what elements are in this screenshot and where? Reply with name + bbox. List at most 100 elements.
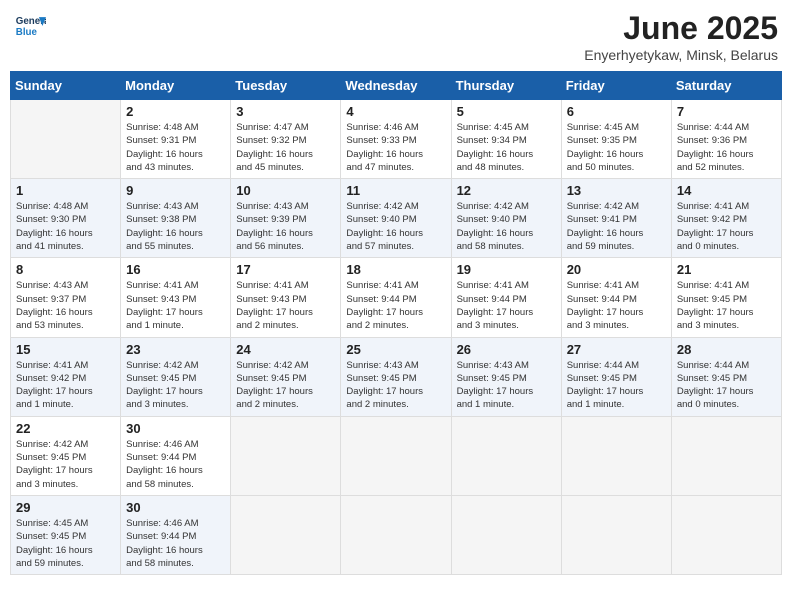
day-cell: 6 Sunrise: 4:45 AMSunset: 9:35 PMDayligh…: [561, 100, 671, 179]
day-cell: 22 Sunrise: 4:42 AMSunset: 9:45 PMDaylig…: [11, 416, 121, 495]
day-cell: 9 Sunrise: 4:43 AMSunset: 9:38 PMDayligh…: [121, 179, 231, 258]
day-detail: Sunrise: 4:41 AMSunset: 9:44 PMDaylight:…: [567, 279, 666, 332]
week-row: 29 Sunrise: 4:45 AMSunset: 9:45 PMDaylig…: [11, 495, 782, 574]
day-cell: 23 Sunrise: 4:42 AMSunset: 9:45 PMDaylig…: [121, 337, 231, 416]
day-detail: Sunrise: 4:42 AMSunset: 9:45 PMDaylight:…: [126, 359, 225, 412]
day-cell: 30 Sunrise: 4:46 AMSunset: 9:44 PMDaylig…: [121, 416, 231, 495]
day-number: 22: [16, 421, 115, 436]
day-cell: 5 Sunrise: 4:45 AMSunset: 9:34 PMDayligh…: [451, 100, 561, 179]
day-detail: Sunrise: 4:45 AMSunset: 9:45 PMDaylight:…: [16, 517, 115, 570]
day-cell: 21 Sunrise: 4:41 AMSunset: 9:45 PMDaylig…: [671, 258, 781, 337]
day-number: 5: [457, 104, 556, 119]
day-number: 21: [677, 262, 776, 277]
day-cell: 29 Sunrise: 4:45 AMSunset: 9:45 PMDaylig…: [11, 495, 121, 574]
day-detail: Sunrise: 4:46 AMSunset: 9:33 PMDaylight:…: [346, 121, 445, 174]
day-detail: Sunrise: 4:41 AMSunset: 9:42 PMDaylight:…: [16, 359, 115, 412]
day-cell: 2 Sunrise: 4:48 AMSunset: 9:31 PMDayligh…: [121, 100, 231, 179]
day-number: 29: [16, 500, 115, 515]
empty-cell: [451, 495, 561, 574]
day-detail: Sunrise: 4:46 AMSunset: 9:44 PMDaylight:…: [126, 438, 225, 491]
day-cell: 30 Sunrise: 4:46 AMSunset: 9:44 PMDaylig…: [121, 495, 231, 574]
day-detail: Sunrise: 4:41 AMSunset: 9:44 PMDaylight:…: [457, 279, 556, 332]
empty-cell: [341, 495, 451, 574]
empty-cell: [561, 416, 671, 495]
day-number: 16: [126, 262, 225, 277]
day-number: 28: [677, 342, 776, 357]
day-number: 6: [567, 104, 666, 119]
page-header: General Blue June 2025 Enyerhyetykaw, Mi…: [10, 10, 782, 63]
day-detail: Sunrise: 4:42 AMSunset: 9:45 PMDaylight:…: [16, 438, 115, 491]
logo: General Blue: [14, 10, 46, 42]
day-number: 4: [346, 104, 445, 119]
day-cell: 18 Sunrise: 4:41 AMSunset: 9:44 PMDaylig…: [341, 258, 451, 337]
day-detail: Sunrise: 4:45 AMSunset: 9:35 PMDaylight:…: [567, 121, 666, 174]
day-number: 30: [126, 421, 225, 436]
day-detail: Sunrise: 4:43 AMSunset: 9:38 PMDaylight:…: [126, 200, 225, 253]
day-cell: 4 Sunrise: 4:46 AMSunset: 9:33 PMDayligh…: [341, 100, 451, 179]
day-cell: 14 Sunrise: 4:41 AMSunset: 9:42 PMDaylig…: [671, 179, 781, 258]
day-detail: Sunrise: 4:41 AMSunset: 9:43 PMDaylight:…: [236, 279, 335, 332]
day-detail: Sunrise: 4:43 AMSunset: 9:39 PMDaylight:…: [236, 200, 335, 253]
day-cell: 7 Sunrise: 4:44 AMSunset: 9:36 PMDayligh…: [671, 100, 781, 179]
calendar-table: Sunday Monday Tuesday Wednesday Thursday…: [10, 71, 782, 575]
day-detail: Sunrise: 4:44 AMSunset: 9:45 PMDaylight:…: [677, 359, 776, 412]
empty-cell: [231, 416, 341, 495]
day-detail: Sunrise: 4:42 AMSunset: 9:40 PMDaylight:…: [457, 200, 556, 253]
day-number: 24: [236, 342, 335, 357]
day-cell: 17 Sunrise: 4:41 AMSunset: 9:43 PMDaylig…: [231, 258, 341, 337]
title-area: June 2025 Enyerhyetykaw, Minsk, Belarus: [584, 10, 778, 63]
day-number: 12: [457, 183, 556, 198]
day-cell: 8 Sunrise: 4:43 AMSunset: 9:37 PMDayligh…: [11, 258, 121, 337]
day-cell: 24 Sunrise: 4:42 AMSunset: 9:45 PMDaylig…: [231, 337, 341, 416]
empty-cell: [231, 495, 341, 574]
day-detail: Sunrise: 4:42 AMSunset: 9:40 PMDaylight:…: [346, 200, 445, 253]
day-number: 10: [236, 183, 335, 198]
page-subtitle: Enyerhyetykaw, Minsk, Belarus: [584, 47, 778, 63]
calendar-header-row: Sunday Monday Tuesday Wednesday Thursday…: [11, 72, 782, 100]
col-monday: Monday: [121, 72, 231, 100]
day-number: 13: [567, 183, 666, 198]
day-cell: 27 Sunrise: 4:44 AMSunset: 9:45 PMDaylig…: [561, 337, 671, 416]
day-cell: 26 Sunrise: 4:43 AMSunset: 9:45 PMDaylig…: [451, 337, 561, 416]
day-detail: Sunrise: 4:47 AMSunset: 9:32 PMDaylight:…: [236, 121, 335, 174]
week-row: 8 Sunrise: 4:43 AMSunset: 9:37 PMDayligh…: [11, 258, 782, 337]
day-detail: Sunrise: 4:43 AMSunset: 9:45 PMDaylight:…: [457, 359, 556, 412]
day-number: 20: [567, 262, 666, 277]
day-number: 14: [677, 183, 776, 198]
day-cell: 12 Sunrise: 4:42 AMSunset: 9:40 PMDaylig…: [451, 179, 561, 258]
day-detail: Sunrise: 4:41 AMSunset: 9:44 PMDaylight:…: [346, 279, 445, 332]
day-detail: Sunrise: 4:46 AMSunset: 9:44 PMDaylight:…: [126, 517, 225, 570]
day-detail: Sunrise: 4:41 AMSunset: 9:43 PMDaylight:…: [126, 279, 225, 332]
day-detail: Sunrise: 4:45 AMSunset: 9:34 PMDaylight:…: [457, 121, 556, 174]
col-wednesday: Wednesday: [341, 72, 451, 100]
day-detail: Sunrise: 4:44 AMSunset: 9:36 PMDaylight:…: [677, 121, 776, 174]
week-row: 15 Sunrise: 4:41 AMSunset: 9:42 PMDaylig…: [11, 337, 782, 416]
day-cell: 25 Sunrise: 4:43 AMSunset: 9:45 PMDaylig…: [341, 337, 451, 416]
week-row: 2 Sunrise: 4:48 AMSunset: 9:31 PMDayligh…: [11, 100, 782, 179]
col-friday: Friday: [561, 72, 671, 100]
svg-text:Blue: Blue: [16, 27, 38, 38]
page-title: June 2025: [584, 10, 778, 47]
day-detail: Sunrise: 4:42 AMSunset: 9:41 PMDaylight:…: [567, 200, 666, 253]
day-cell: 10 Sunrise: 4:43 AMSunset: 9:39 PMDaylig…: [231, 179, 341, 258]
day-number: 17: [236, 262, 335, 277]
empty-cell: [341, 416, 451, 495]
day-cell: 1 Sunrise: 4:48 AMSunset: 9:30 PMDayligh…: [11, 179, 121, 258]
day-number: 30: [126, 500, 225, 515]
day-cell: 16 Sunrise: 4:41 AMSunset: 9:43 PMDaylig…: [121, 258, 231, 337]
week-row: 1 Sunrise: 4:48 AMSunset: 9:30 PMDayligh…: [11, 179, 782, 258]
day-number: 23: [126, 342, 225, 357]
logo-icon: General Blue: [14, 10, 46, 42]
day-detail: Sunrise: 4:43 AMSunset: 9:45 PMDaylight:…: [346, 359, 445, 412]
day-number: 1: [16, 183, 115, 198]
day-number: 19: [457, 262, 556, 277]
empty-cell: [671, 416, 781, 495]
day-detail: Sunrise: 4:48 AMSunset: 9:30 PMDaylight:…: [16, 200, 115, 253]
day-detail: Sunrise: 4:43 AMSunset: 9:37 PMDaylight:…: [16, 279, 115, 332]
day-number: 18: [346, 262, 445, 277]
empty-cell: [671, 495, 781, 574]
week-row: 22 Sunrise: 4:42 AMSunset: 9:45 PMDaylig…: [11, 416, 782, 495]
day-number: 9: [126, 183, 225, 198]
day-number: 3: [236, 104, 335, 119]
day-detail: Sunrise: 4:42 AMSunset: 9:45 PMDaylight:…: [236, 359, 335, 412]
